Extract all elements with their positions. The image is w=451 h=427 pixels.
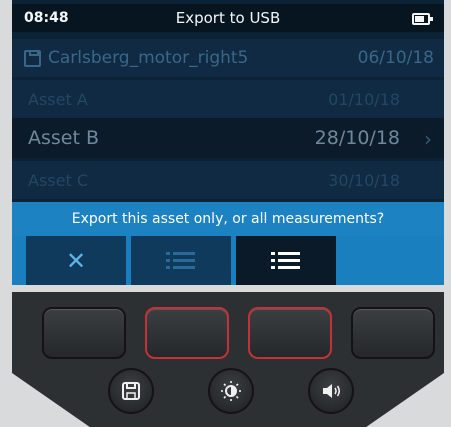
asset-date: 30/10/18 xyxy=(328,171,400,190)
device-screen: 08:48 Export to USB Carlsberg_motor_righ… xyxy=(12,0,444,285)
file-date: 06/10/18 xyxy=(357,48,434,68)
asset-label: Asset A xyxy=(28,90,88,109)
cancel-softkey[interactable]: ✕ xyxy=(26,236,126,285)
save-icon xyxy=(24,50,41,67)
volume-button[interactable] xyxy=(308,368,354,414)
asset-label: Asset B xyxy=(28,127,100,149)
asset-label: Asset C xyxy=(28,171,88,190)
hardware-softkey-3[interactable] xyxy=(248,307,332,359)
chevron-right-icon: › xyxy=(424,127,432,151)
brightness-icon xyxy=(221,381,241,401)
list-all-icon xyxy=(271,251,300,269)
list-item-asset-b[interactable]: Asset B 28/10/18 › xyxy=(12,118,444,158)
asset-date: 28/10/18 xyxy=(314,127,400,149)
empty-softkey xyxy=(341,236,441,285)
export-asset-softkey[interactable] xyxy=(131,236,231,285)
softkey-bar: ✕ xyxy=(12,236,444,285)
save-icon xyxy=(122,382,140,400)
brightness-button[interactable] xyxy=(208,368,254,414)
export-prompt: Export this asset only, or all measureme… xyxy=(12,202,444,236)
screen-title: Export to USB xyxy=(175,9,281,27)
hardware-softkey-4[interactable] xyxy=(351,307,435,359)
list-item-asset-c[interactable]: Asset C 30/10/18 xyxy=(12,161,444,199)
hardware-softkey-2[interactable] xyxy=(145,307,229,359)
export-all-softkey[interactable] xyxy=(236,236,336,285)
hardware-softkey-1[interactable] xyxy=(42,307,126,359)
battery-icon xyxy=(412,13,433,25)
file-name: Carlsberg_motor_right5 xyxy=(48,48,249,68)
save-button[interactable] xyxy=(108,368,154,414)
list-icon xyxy=(166,251,195,269)
hardware-keypad xyxy=(12,292,444,427)
status-bar: 08:48 Export to USB xyxy=(12,4,444,32)
close-icon: ✕ xyxy=(65,246,87,275)
asset-date: 01/10/18 xyxy=(328,90,400,109)
volume-icon xyxy=(323,384,341,398)
list-item-asset-a[interactable]: Asset A 01/10/18 xyxy=(12,80,444,118)
file-header: Carlsberg_motor_right5 06/10/18 xyxy=(12,39,444,77)
